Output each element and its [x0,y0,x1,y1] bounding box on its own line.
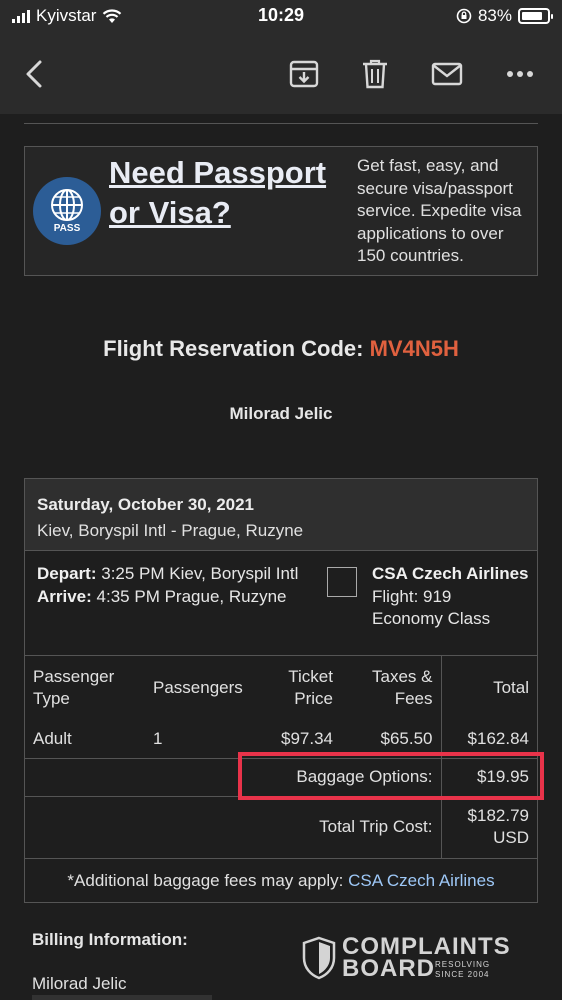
arrive-info: 4:35 PM Prague, Ruzyne [96,586,287,606]
chevron-left-icon [26,60,42,88]
baggage-note-text: *Additional baggage fees may apply: [67,871,344,890]
airline-link[interactable]: CSA Czech Airlines [348,871,494,890]
highlight-box [238,752,544,800]
cell-passengers: 1 [153,728,163,748]
email-body: PASS Need Passport or Visa? Get fast, ea… [24,114,538,903]
cell-passenger-type: Adult [33,728,72,748]
delete-button[interactable] [353,52,397,96]
baggage-note: *Additional baggage fees may apply: CSA … [25,858,537,902]
watermark-line4: SINCE 2004 [435,970,490,979]
battery-icon [518,8,553,24]
flight-route: Kiev, Boryspil Intl - Prague, Ruzyne [37,521,304,540]
watermark-line3: RESOLVING [435,960,491,969]
cabin-class: Economy Class [372,609,491,628]
airline-logo-image [327,567,357,597]
status-right: 83% [456,6,553,26]
mail-icon [431,62,463,86]
itinerary-box: Saturday, October 30, 2021 Kiev, Boryspi… [24,478,538,903]
fare-header-row: Passenger Type Passengers Ticket Price T… [25,656,537,720]
shield-icon [302,936,336,980]
header-ticket-price: Ticket Price [288,667,333,708]
pass-label: PASS [53,223,81,234]
depart-info: 3:25 PM Kiev, Boryspil Intl [101,564,299,583]
header-passengers: Passengers [153,678,243,697]
total-currency: USD [493,828,529,848]
more-button[interactable] [498,52,542,96]
archive-button[interactable] [282,52,326,96]
archive-icon [289,60,319,88]
total-cost: $182.79 USD [440,795,537,858]
departure-arrival: Depart: 3:25 PM Kiev, Boryspil Intl Arri… [37,563,307,608]
depart-line: Depart: 3:25 PM Kiev, Boryspil Intl [37,563,307,586]
total-value: $182.79 [467,806,529,826]
header-taxes-fees: Taxes & Fees [372,667,433,708]
flight-details-row: Depart: 3:25 PM Kiev, Boryspil Intl Arri… [25,551,537,656]
flight-number: Flight: 919 [372,586,452,606]
mail-toolbar [0,34,562,114]
redacted-line [32,995,212,1000]
more-icon [507,71,533,77]
passport-visa-banner[interactable]: PASS Need Passport or Visa? Get fast, ea… [24,146,538,276]
billing-heading: Billing Information: [32,930,188,949]
header-passenger-type: Passenger Type [33,667,115,708]
back-button[interactable] [12,52,56,96]
flight-date: Saturday, October 30, 2021 [37,495,255,514]
orientation-lock-icon [456,8,472,24]
total-label: Total Trip Cost: [25,795,441,858]
reservation-code-heading: Flight Reservation Code: MV4N5H [24,336,538,362]
passport-globe-icon: PASS [33,177,101,245]
arrive-line: Arrive: 4:35 PM Prague, Ruzyne [37,586,307,609]
watermark-logo: COMPLAINTS BOARD RESOLVING SINCE 2004 [302,934,522,982]
watermark-tagline: RESOLVING SINCE 2004 [435,960,490,980]
arrive-label: Arrive: [37,586,92,606]
airline-name: CSA Czech Airlines [372,564,529,583]
top-divider [24,114,538,124]
banner-title-link[interactable]: Need Passport or Visa? [109,153,329,233]
battery-fill [522,12,542,20]
reservation-code-value: MV4N5H [369,336,459,361]
billing-name: Milorad Jelic [32,974,127,993]
flight-date-row: Saturday, October 30, 2021 Kiev, Boryspi… [25,479,537,551]
total-row: Total Trip Cost: $182.79 USD [25,795,537,858]
header-total: Total [440,656,537,720]
globe-icon [51,189,83,221]
battery-percent: 83% [477,6,512,25]
banner-description: Get fast, easy, and secure visa/passport… [357,156,522,265]
airline-details: CSA Czech Airlines Flight: 919 Economy C… [372,563,532,631]
passenger-name: Milorad Jelic [229,404,333,423]
mail-button[interactable] [425,52,469,96]
depart-label: Depart: [37,564,97,583]
trash-icon [363,59,387,89]
status-bar: Kyivstar 10:29 83% [0,0,562,34]
reservation-code-label: Flight Reservation Code: [103,336,364,361]
watermark-line2: BOARD [342,955,435,982]
